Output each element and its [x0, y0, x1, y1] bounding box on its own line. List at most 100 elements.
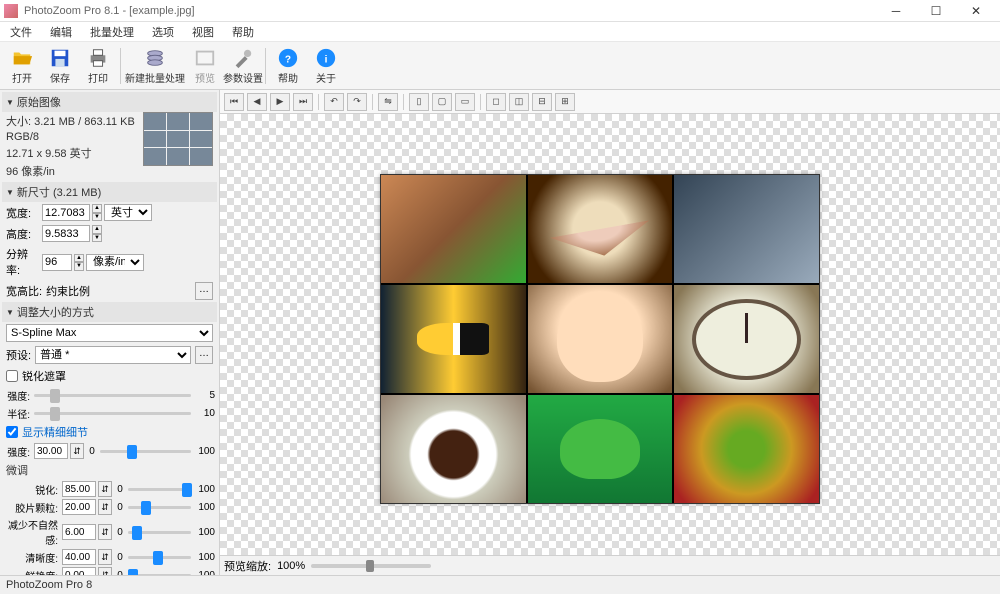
intensity-link[interactable]: ⇵	[70, 443, 84, 459]
main-toolbar: 打开 保存 打印 新建批量处理 预览 参数设置 ? 帮助 i 关于	[0, 42, 1000, 90]
menu-help[interactable]: 帮助	[228, 22, 258, 42]
help-icon: ?	[277, 47, 299, 69]
preset-select[interactable]: 普通 *	[35, 346, 191, 364]
strength-max: 5	[193, 390, 215, 401]
sharpen-mask-checkbox[interactable]	[6, 370, 18, 382]
maximize-button[interactable]: ☐	[916, 0, 956, 22]
nav-prev-button[interactable]: ◀	[247, 93, 267, 111]
grain-input[interactable]	[62, 499, 96, 515]
section-resize-method[interactable]: 调整大小的方式	[2, 302, 217, 322]
width-label: 宽度:	[6, 205, 40, 221]
radius-slider[interactable]	[34, 405, 191, 421]
settings-button[interactable]: 参数设置	[225, 44, 261, 88]
menu-view[interactable]: 视图	[188, 22, 218, 42]
window-title: PhotoZoom Pro 8.1 - [example.jpg]	[24, 5, 876, 17]
clarity-input[interactable]	[62, 549, 96, 565]
sharpen-mask-label: 锐化遮罩	[22, 368, 66, 384]
res-input[interactable]	[42, 254, 72, 271]
info-icon: i	[315, 47, 337, 69]
height-input[interactable]	[42, 225, 90, 242]
width-spinner[interactable]: ▲▼	[92, 204, 102, 221]
view-grid-button[interactable]: ⊞	[555, 93, 575, 111]
view-single-button[interactable]: ◻	[486, 93, 506, 111]
print-button[interactable]: 打印	[80, 44, 116, 88]
svg-text:?: ?	[285, 54, 291, 65]
folder-open-icon	[11, 47, 33, 69]
new-batch-button[interactable]: 新建批量处理	[125, 44, 185, 88]
intensity-label: 强度:	[4, 444, 32, 459]
tools-icon	[232, 47, 254, 69]
crop-3-button[interactable]: ▭	[455, 93, 475, 111]
width-input[interactable]	[42, 204, 90, 221]
aspect-value: 约束比例	[46, 283, 191, 299]
intensity-slider[interactable]	[100, 443, 191, 459]
show-detail-checkbox[interactable]	[6, 426, 18, 438]
strength-slider[interactable]	[34, 387, 191, 403]
menu-file[interactable]: 文件	[6, 22, 36, 42]
app-icon	[4, 4, 18, 18]
thumbnail-preview[interactable]	[143, 112, 213, 166]
radius-max: 10	[193, 408, 215, 419]
height-spinner[interactable]: ▲▼	[92, 225, 102, 242]
svg-text:i: i	[325, 54, 328, 65]
zoom-value: 100%	[277, 560, 305, 572]
image-grid	[380, 174, 820, 504]
about-button[interactable]: i 关于	[308, 44, 344, 88]
preview-button[interactable]: 预览	[187, 44, 223, 88]
method-select[interactable]: S-Spline Max	[6, 324, 213, 342]
zoom-label: 预览缩放:	[224, 558, 271, 574]
menu-edit[interactable]: 编辑	[46, 22, 76, 42]
rotate-right-button[interactable]: ↷	[347, 93, 367, 111]
settings-sidebar: 原始图像 大小: 3.21 MB / 863.11 KB RGB/8 12.71…	[0, 90, 220, 575]
flip-h-button[interactable]: ⇋	[378, 93, 398, 111]
floppy-icon	[49, 47, 71, 69]
help-button[interactable]: ? 帮助	[270, 44, 306, 88]
res-spinner[interactable]: ▲▼	[74, 254, 84, 271]
printer-icon	[87, 47, 109, 69]
view-split-v-button[interactable]: ⊟	[532, 93, 552, 111]
crop-1-button[interactable]: ▯	[409, 93, 429, 111]
res-unit-select[interactable]: 像素/in	[86, 254, 144, 271]
preview-canvas[interactable]	[220, 114, 1000, 555]
strength-label: 强度:	[4, 388, 32, 403]
eye-icon	[194, 47, 216, 69]
grain-slider[interactable]	[128, 499, 191, 515]
minimize-button[interactable]: ─	[876, 0, 916, 22]
unnatural-input[interactable]	[62, 524, 96, 540]
menu-bar: 文件 编辑 批量处理 选项 视图 帮助	[0, 22, 1000, 42]
zoom-slider[interactable]	[311, 564, 431, 568]
canvas-toolbar: ⏮ ◀ ▶ ⏭ ↶ ↷ ⇋ ▯ ▢ ▭ ◻ ◫ ⊟ ⊞	[220, 90, 1000, 114]
nav-last-button[interactable]: ⏭	[293, 93, 313, 111]
aspect-label: 宽高比:	[6, 283, 42, 299]
section-original[interactable]: 原始图像	[2, 92, 217, 112]
close-button[interactable]: ✕	[956, 0, 996, 22]
open-button[interactable]: 打开	[4, 44, 40, 88]
vivid-input[interactable]	[62, 567, 96, 575]
clarity-slider[interactable]	[128, 549, 191, 565]
nav-first-button[interactable]: ⏮	[224, 93, 244, 111]
finetune-header: 微调	[2, 460, 217, 480]
unnatural-slider[interactable]	[128, 524, 191, 540]
radius-label: 半径:	[4, 406, 32, 421]
sharp-slider[interactable]	[128, 481, 191, 497]
menu-options[interactable]: 选项	[148, 22, 178, 42]
menu-batch[interactable]: 批量处理	[86, 22, 138, 42]
res-label: 分辨率:	[6, 246, 40, 278]
preset-more-button[interactable]: …	[195, 346, 213, 364]
nav-next-button[interactable]: ▶	[270, 93, 290, 111]
section-newsize[interactable]: 新尺寸 (3.21 MB)	[2, 182, 217, 202]
intensity-input[interactable]	[34, 443, 68, 459]
vivid-slider[interactable]	[128, 567, 191, 575]
status-bar: PhotoZoom Pro 8	[0, 575, 1000, 593]
save-button[interactable]: 保存	[42, 44, 78, 88]
height-label: 高度:	[6, 226, 40, 242]
show-detail-label: 显示精细细节	[22, 424, 88, 440]
sharp-input[interactable]	[62, 481, 96, 497]
preset-label: 预设:	[6, 347, 31, 363]
view-split-h-button[interactable]: ◫	[509, 93, 529, 111]
aspect-more-button[interactable]: …	[195, 282, 213, 300]
width-unit-select[interactable]: 英寸	[104, 204, 152, 221]
rotate-left-button[interactable]: ↶	[324, 93, 344, 111]
batch-icon	[144, 47, 166, 69]
crop-2-button[interactable]: ▢	[432, 93, 452, 111]
